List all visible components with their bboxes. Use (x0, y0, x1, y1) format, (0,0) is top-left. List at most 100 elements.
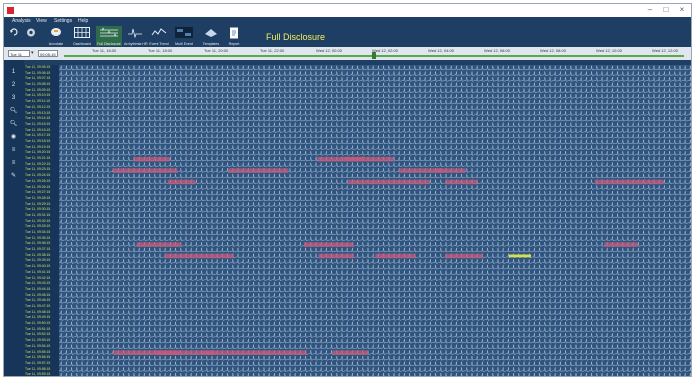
ecg-trace (59, 236, 691, 241)
arrhythmia-hr-button[interactable]: Arrhythmia HR (124, 26, 148, 46)
annotate-icon (51, 28, 61, 36)
event-highlight (382, 179, 430, 185)
ecg-trace (59, 219, 691, 224)
layout-1-button[interactable]: 1 (8, 68, 19, 77)
ecg-trace (59, 202, 691, 207)
alarm-icon[interactable]: ◉ (8, 133, 19, 142)
chevron-down-icon[interactable]: ▾ (31, 50, 37, 57)
zoom-out-icon[interactable]: 🔍︎ (8, 120, 19, 129)
templates-button[interactable]: Templates (199, 26, 223, 46)
event-highlight (167, 179, 195, 185)
menu-view[interactable]: View (34, 17, 49, 25)
ecg-trace (59, 99, 691, 105)
event-trend-button[interactable]: Event Trend (148, 26, 170, 46)
ecg-waveforms (59, 65, 691, 376)
date-input[interactable]: Tue 11 (8, 50, 30, 57)
templates-icon (205, 29, 217, 37)
ecg-trace (59, 230, 691, 236)
ecg-trace (59, 190, 691, 196)
undo-icon (10, 28, 18, 36)
layout-2-button[interactable]: 2 (8, 81, 19, 90)
time-input[interactable]: 09:05:15 (38, 50, 58, 57)
settings-icon (27, 28, 35, 37)
list-icon[interactable]: ≡ (8, 159, 19, 168)
menu-help[interactable]: Help (76, 17, 90, 25)
ecg-trace (59, 310, 691, 315)
view-title: Full Disclosure (266, 32, 326, 42)
row-time-label[interactable]: Tue 11, 09:59:15 (25, 372, 59, 376)
ecg-trace (59, 344, 691, 350)
ecg-trace (59, 259, 691, 264)
event-highlight (437, 168, 466, 173)
report-button[interactable]: Report (225, 26, 243, 46)
ecg-trace (59, 213, 691, 219)
ecg-trace (59, 270, 691, 276)
event-highlight (318, 253, 355, 259)
arrhythmia-icon (128, 28, 142, 38)
list-icon[interactable]: ≡ (8, 146, 19, 155)
annotate-button[interactable]: Annotate (44, 26, 68, 46)
timeline-thumb[interactable] (372, 52, 376, 59)
ecg-trace (59, 111, 691, 116)
layout-3-button[interactable]: 3 (8, 94, 19, 103)
ecg-trace (59, 367, 691, 372)
event-trend-icon (151, 28, 167, 36)
zoom-in-icon[interactable]: 🔍︎ (8, 107, 19, 116)
event-highlight (113, 350, 181, 355)
event-highlight (228, 168, 289, 173)
close-button[interactable]: × (675, 5, 689, 15)
multi-event-button[interactable]: Multi Event (172, 26, 196, 46)
event-highlight (133, 156, 170, 162)
event-highlight (399, 168, 443, 173)
event-highlight (164, 253, 234, 259)
ecg-trace (59, 196, 691, 202)
ecg-trace (59, 77, 691, 82)
ecg-trace (60, 373, 691, 376)
menu-analysis[interactable]: Analysis (10, 17, 33, 25)
ecg-trace (59, 247, 691, 253)
event-highlight (445, 179, 478, 185)
ecg-trace (59, 321, 691, 327)
event-highlight (445, 253, 483, 259)
timeline-tick-label: Wed 12, 00:00 (316, 48, 342, 53)
event-highlight (202, 350, 268, 355)
undo-button[interactable] (7, 26, 21, 46)
ecg-trace (59, 71, 691, 76)
ecg-trace (59, 299, 691, 304)
dashboard-button[interactable]: Dashboard (70, 26, 94, 46)
toolbar: Annotate Dashboard Full Disclosure Arrhy… (4, 25, 691, 47)
timeline-tick-label: Tue 11, 20:00 (204, 48, 229, 53)
ecg-trace (59, 225, 691, 230)
settings-button[interactable] (24, 26, 38, 46)
timeline-tick-label: Wed 12, 12:00 (652, 48, 678, 53)
ecg-strip-grid[interactable] (59, 65, 691, 376)
ecg-trace (59, 281, 691, 287)
ecg-trace (59, 94, 691, 99)
minimize-button[interactable]: – (643, 5, 657, 15)
menu-settings[interactable]: Settings (52, 17, 74, 25)
app-window: – □ × Analysis View Settings Help Annota… (3, 3, 692, 377)
menu-bar: Analysis View Settings Help (4, 17, 691, 25)
title-bar: – □ × (4, 4, 691, 17)
event-highlight (266, 350, 307, 355)
row-time-labels: Tue 11, 09:05:15 Tue 11, 09:06:15 Tue 11, … (24, 65, 59, 376)
timeline-tick-label: Tue 11, 18:00 (148, 48, 173, 53)
timeline-tick-label: Wed 12, 06:00 (484, 48, 510, 53)
ecg-trace (59, 207, 691, 213)
timeline-tick-label: Wed 12, 04:00 (428, 48, 454, 53)
event-highlight (303, 242, 354, 247)
event-highlight (604, 242, 638, 247)
ecg-trace (59, 139, 691, 145)
event-marker (509, 254, 531, 258)
ecg-trace (59, 116, 691, 122)
event-highlight (317, 156, 365, 162)
ecg-trace (59, 151, 691, 156)
ecg-trace (59, 65, 691, 71)
full-disclosure-button[interactable]: Full Disclosure (96, 26, 122, 46)
app-logo-icon (7, 7, 14, 14)
timeline-tick-label: Wed 12, 08:00 (540, 48, 566, 53)
edit-icon[interactable]: ✎ (8, 172, 19, 181)
maximize-button[interactable]: □ (659, 5, 673, 15)
full-disclosure-icon (100, 27, 118, 37)
multi-event-icon (175, 27, 193, 38)
